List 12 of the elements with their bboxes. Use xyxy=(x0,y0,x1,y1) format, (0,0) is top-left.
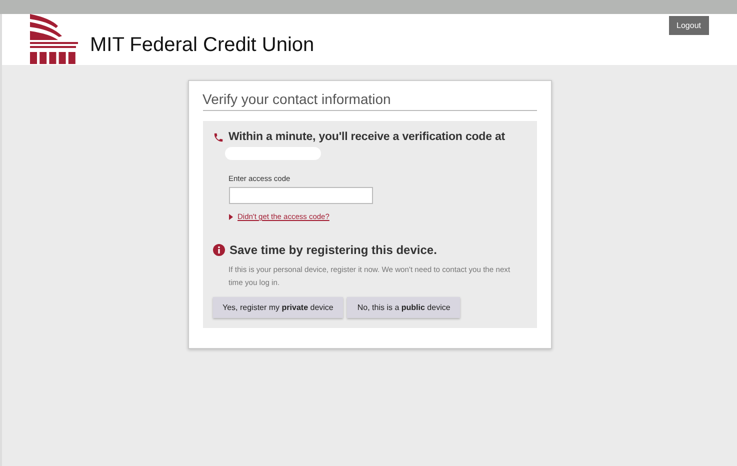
phone-icon xyxy=(212,132,224,142)
verification-notice: Within a minute, you'll receive a verification code at xyxy=(228,131,506,143)
device-button[interactable]: No, this is a public device xyxy=(347,297,460,318)
info-icon xyxy=(212,244,224,256)
caret-icon xyxy=(228,214,232,220)
logout-button[interactable]: Logout xyxy=(668,16,709,35)
logo-icon xyxy=(30,14,78,64)
brand-name: MIT Federal Credit Union xyxy=(90,34,314,57)
device-button[interactable]: Yes, register my private device xyxy=(212,297,344,318)
register-heading: Save time by registering this device. xyxy=(230,243,437,257)
access-code-field[interactable] xyxy=(228,187,372,204)
card-title: Verify your contact information xyxy=(202,91,536,111)
